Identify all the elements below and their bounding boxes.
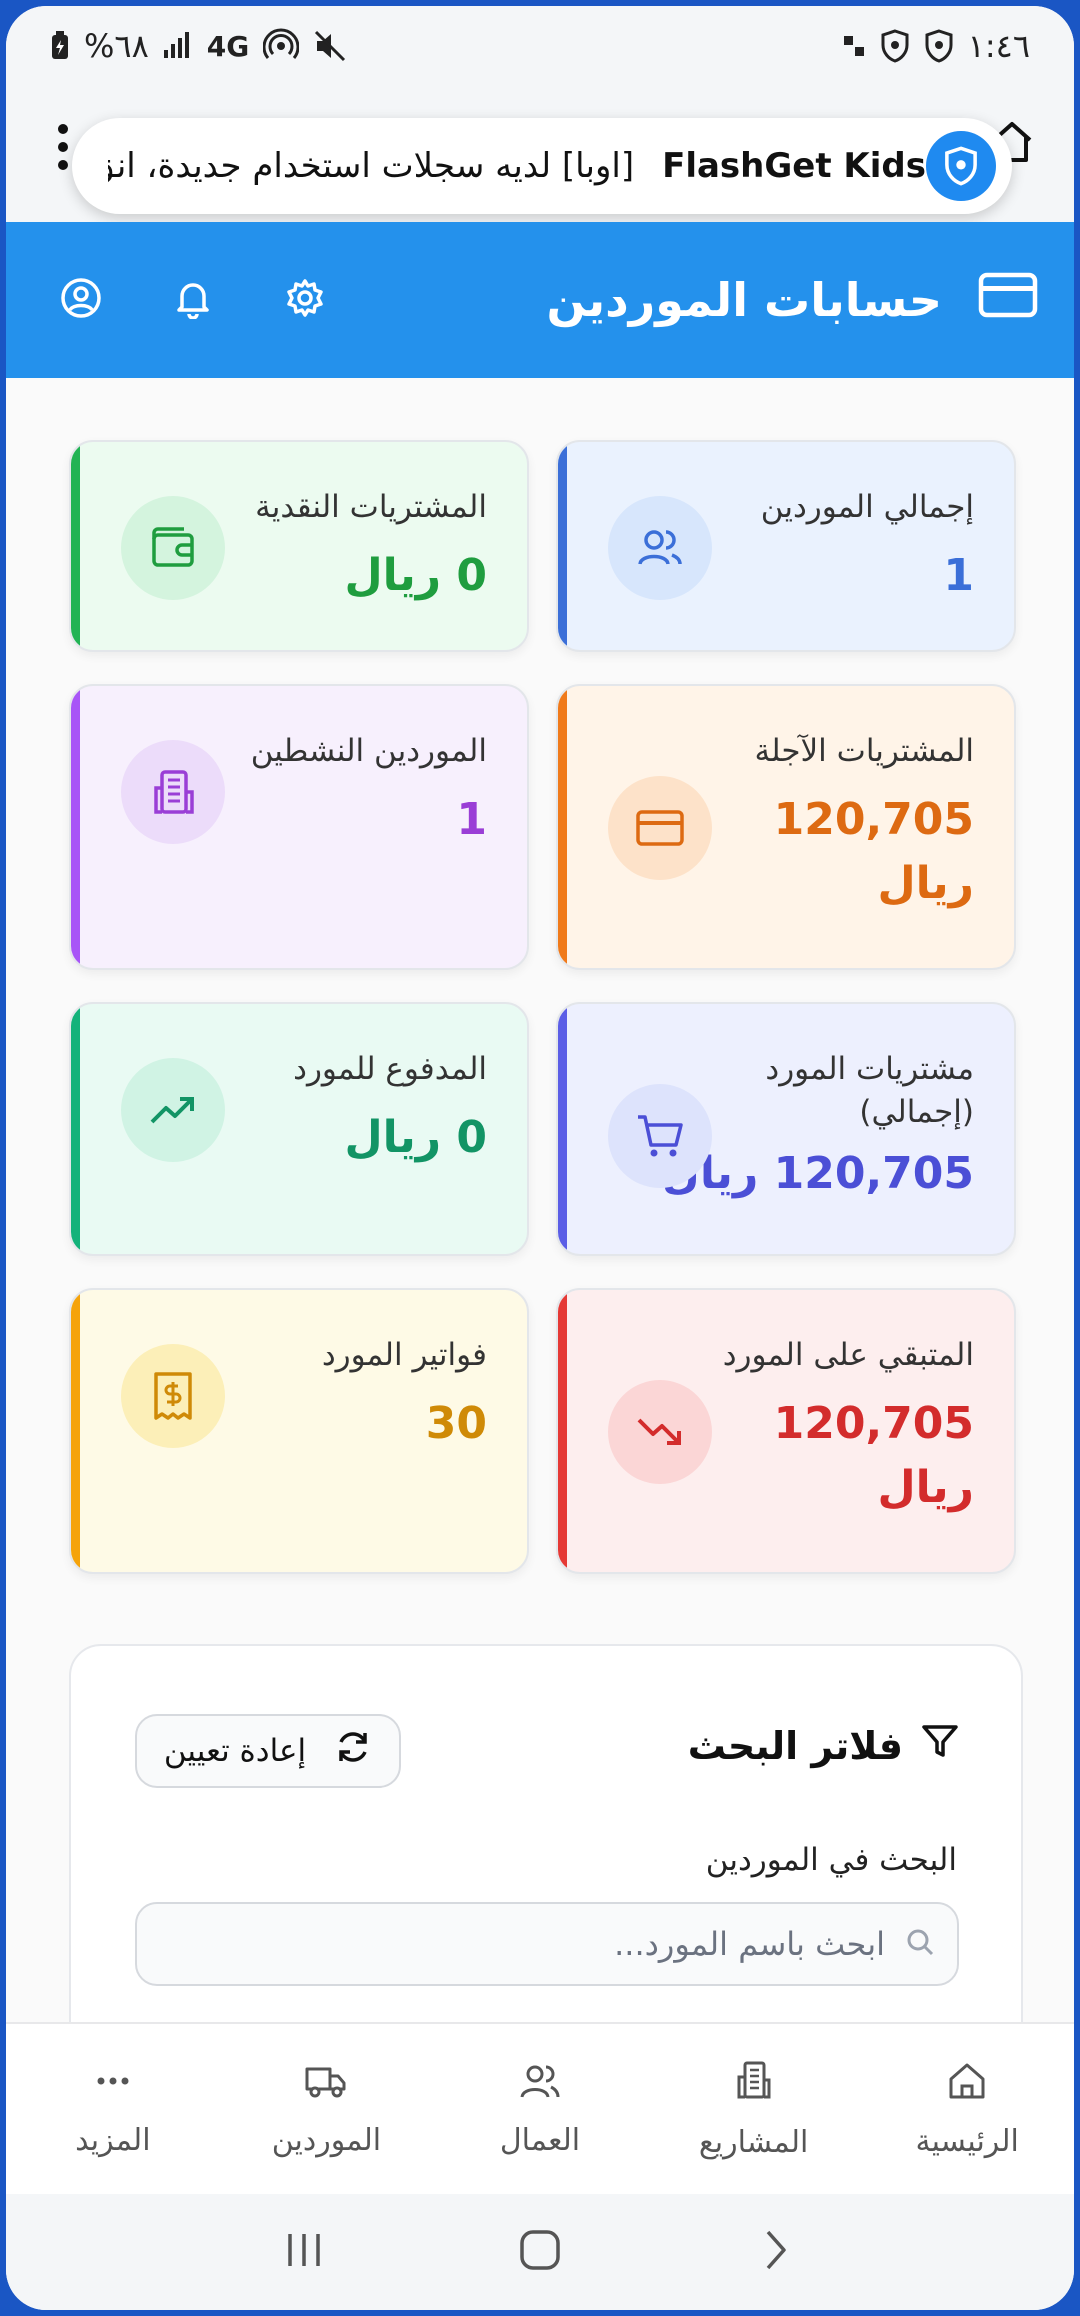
nav-label: المشاريع bbox=[698, 2124, 809, 2160]
network-type: 4G bbox=[206, 29, 250, 63]
phone-screen: %٦٨ 4G ١:٤٦ [اوبا] لديه سجلات استخدام جد… bbox=[6, 6, 1074, 2310]
card-accent-bar bbox=[558, 442, 567, 650]
wallet-icon bbox=[121, 496, 225, 600]
clock: ١:٤٦ bbox=[967, 27, 1030, 65]
nav-item-suppliers[interactable]: الموردين bbox=[220, 2024, 434, 2194]
stat-value: 1 bbox=[943, 550, 974, 601]
hotspot-icon bbox=[263, 28, 300, 64]
page-title: حسابات الموردين bbox=[546, 273, 943, 327]
shield-icon bbox=[924, 29, 954, 63]
nav-label: المزيد bbox=[75, 2122, 151, 2158]
shield-icon bbox=[926, 131, 996, 201]
notification-message: [اوبا] لديه سجلات استخدام جديدة، انق... bbox=[108, 146, 635, 186]
stat-label: إجمالي الموردين bbox=[760, 489, 974, 525]
bell-icon[interactable] bbox=[172, 277, 214, 323]
stat-value: 1 bbox=[456, 794, 487, 845]
filter-icon bbox=[921, 1722, 959, 1769]
battery-percent: %٦٨ bbox=[84, 27, 149, 65]
search-field-label: البحث في الموردين bbox=[705, 1842, 957, 1878]
card-accent-bar bbox=[558, 1004, 567, 1254]
card-accent-bar bbox=[71, 442, 80, 650]
search-input[interactable]: ابحث باسم المورد... bbox=[135, 1902, 959, 1986]
status-right: ١:٤٦ bbox=[842, 27, 1030, 65]
stat-label: المشتريات النقدية bbox=[255, 489, 487, 525]
nav-item-home[interactable]: الرئيسية bbox=[860, 2024, 1074, 2194]
stat-value: 0 ريال bbox=[344, 550, 488, 601]
stat-label: فواتير المورد bbox=[321, 1337, 487, 1373]
stat-card-supplier-purchases-total[interactable]: مشتريات المورد (إجمالي) 120,705 ريال bbox=[556, 1002, 1016, 1256]
more-icon bbox=[93, 2061, 133, 2105]
stat-card-cash-purchases[interactable]: المشتريات النقدية 0 ريال bbox=[69, 440, 529, 652]
stat-card-remaining-for-supplier[interactable]: المتبقي على المورد 120,705 ريال bbox=[556, 1288, 1016, 1574]
app-header: حسابات الموردين bbox=[6, 222, 1074, 378]
card-accent-bar bbox=[71, 1004, 80, 1254]
nav-item-workers[interactable]: العمال bbox=[433, 2024, 647, 2194]
home-icon bbox=[946, 2060, 988, 2106]
nav-label: العمال bbox=[499, 2122, 581, 2158]
search-filters-panel: فلاتر البحث إعادة تعيين البحث في الموردي… bbox=[69, 1644, 1023, 2028]
stat-value: 120,705 ريال bbox=[773, 794, 974, 909]
search-icon bbox=[905, 1927, 935, 1961]
system-navigation-bar bbox=[6, 2194, 1074, 2310]
refresh-icon bbox=[334, 1728, 372, 1774]
filters-header: فلاتر البحث bbox=[688, 1722, 959, 1769]
notification-app-name: FlashGet Kids bbox=[662, 146, 926, 186]
gear-icon[interactable] bbox=[284, 277, 326, 323]
home-button-icon[interactable] bbox=[518, 2228, 562, 2276]
card-accent-bar bbox=[71, 686, 80, 968]
stat-label: المتبقي على المورد bbox=[722, 1337, 974, 1373]
card-accent-bar bbox=[558, 1290, 567, 1572]
stat-card-paid-to-supplier[interactable]: المدفوع للمورد 0 ريال bbox=[69, 1002, 529, 1256]
notification-banner[interactable]: [اوبا] لديه سجلات استخدام جديدة، انق... … bbox=[72, 118, 1012, 214]
reset-button[interactable]: إعادة تعيين bbox=[135, 1714, 401, 1788]
stat-label: الموردين النشطين bbox=[250, 733, 487, 769]
users-icon bbox=[608, 496, 712, 600]
overflow-menu-icon[interactable] bbox=[58, 124, 68, 170]
cart-icon bbox=[608, 1084, 712, 1188]
stat-value: 120,705 ريال bbox=[773, 1398, 974, 1513]
filters-title: فلاتر البحث bbox=[687, 1723, 903, 1768]
header-actions bbox=[60, 277, 326, 323]
app-notification-icon bbox=[842, 34, 866, 58]
receipt-icon bbox=[121, 1344, 225, 1448]
bottom-navigation: المزيد الموردين العمال المشاريع الرئيسية bbox=[6, 2022, 1074, 2194]
credit-card-icon bbox=[978, 272, 1038, 329]
signal-icon bbox=[163, 32, 193, 60]
building-icon bbox=[734, 2059, 774, 2107]
credit-card-icon bbox=[608, 776, 712, 880]
stat-value: 0 ريال bbox=[344, 1112, 488, 1163]
main-content: إجمالي الموردين 1 المشتريات النقدية 0 ري… bbox=[6, 378, 1074, 2028]
trending-down-icon bbox=[608, 1380, 712, 1484]
mute-icon bbox=[313, 29, 347, 63]
stat-value: 30 bbox=[425, 1398, 487, 1449]
shield-icon bbox=[880, 29, 910, 63]
battery-icon bbox=[50, 31, 70, 61]
header-title-group: حسابات الموردين bbox=[547, 272, 1039, 329]
status-left: %٦٨ 4G bbox=[50, 27, 347, 65]
search-placeholder: ابحث باسم المورد... bbox=[614, 1925, 885, 1963]
back-icon[interactable] bbox=[754, 2228, 798, 2276]
stat-card-active-suppliers[interactable]: الموردين النشطين 1 bbox=[69, 684, 529, 970]
trending-up-icon bbox=[121, 1058, 225, 1162]
building-icon bbox=[121, 740, 225, 844]
card-accent-bar bbox=[71, 1290, 80, 1572]
users-icon bbox=[518, 2061, 562, 2105]
card-accent-bar bbox=[558, 686, 567, 968]
stat-label: المشتريات الآجلة bbox=[754, 733, 974, 769]
nav-item-projects[interactable]: المشاريع bbox=[647, 2024, 861, 2194]
stat-card-credit-purchases[interactable]: المشتريات الآجلة 120,705 ريال bbox=[556, 684, 1016, 970]
stat-card-supplier-invoices[interactable]: فواتير المورد 30 bbox=[69, 1288, 529, 1574]
stat-card-total-suppliers[interactable]: إجمالي الموردين 1 bbox=[556, 440, 1016, 652]
profile-icon[interactable] bbox=[60, 277, 102, 323]
status-bar: %٦٨ 4G ١:٤٦ bbox=[6, 6, 1074, 86]
nav-label: الرئيسية bbox=[915, 2123, 1019, 2159]
recents-icon[interactable] bbox=[282, 2228, 326, 2276]
nav-item-more[interactable]: المزيد bbox=[6, 2024, 220, 2194]
truck-icon bbox=[304, 2061, 348, 2105]
stat-label: المدفوع للمورد bbox=[293, 1051, 487, 1087]
reset-label: إعادة تعيين bbox=[163, 1733, 307, 1769]
stat-label: مشتريات المورد (إجمالي) bbox=[765, 1051, 974, 1131]
nav-label: الموردين bbox=[271, 2122, 382, 2158]
